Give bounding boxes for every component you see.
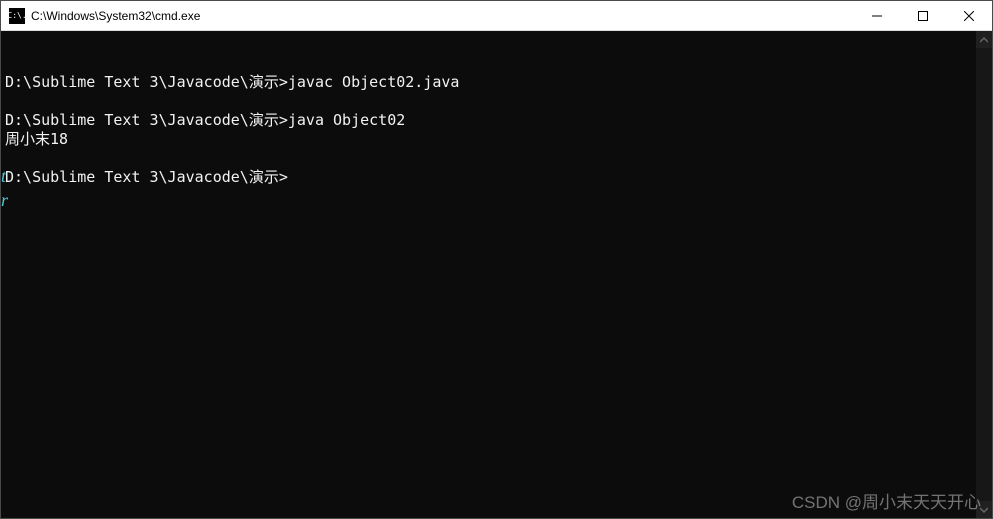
vertical-scrollbar[interactable] — [976, 31, 992, 518]
console-output[interactable]: D:\Sublime Text 3\Javacode\演示>javac Obje… — [1, 31, 976, 518]
console-area: D:\Sublime Text 3\Javacode\演示>javac Obje… — [1, 31, 992, 518]
titlebar[interactable]: C:\. C:\Windows\System32\cmd.exe — [1, 1, 992, 31]
minimize-icon — [872, 11, 882, 21]
console-line: 周小末18 — [5, 130, 68, 148]
chevron-up-icon — [980, 36, 988, 44]
overlay-char-r: r — [1, 191, 8, 210]
cmd-window: C:\. C:\Windows\System32\cmd.exe D:\Subl… — [0, 0, 993, 519]
cmd-icon-text: C:\. — [7, 12, 26, 20]
close-button[interactable] — [946, 1, 992, 30]
window-controls — [854, 1, 992, 30]
maximize-icon — [918, 11, 928, 21]
scroll-down-button[interactable] — [976, 501, 992, 518]
scroll-up-button[interactable] — [976, 31, 992, 48]
minimize-button[interactable] — [854, 1, 900, 30]
overlay-char-t: t — [1, 167, 6, 186]
chevron-down-icon — [980, 506, 988, 514]
window-title: C:\Windows\System32\cmd.exe — [31, 9, 854, 23]
maximize-button[interactable] — [900, 1, 946, 30]
close-icon — [964, 11, 974, 21]
console-line: D:\Sublime Text 3\Javacode\演示>javac Obje… — [5, 73, 459, 91]
cmd-icon: C:\. — [9, 8, 25, 24]
console-line: D:\Sublime Text 3\Javacode\演示> — [5, 168, 288, 186]
console-line: D:\Sublime Text 3\Javacode\演示>java Objec… — [5, 111, 405, 129]
